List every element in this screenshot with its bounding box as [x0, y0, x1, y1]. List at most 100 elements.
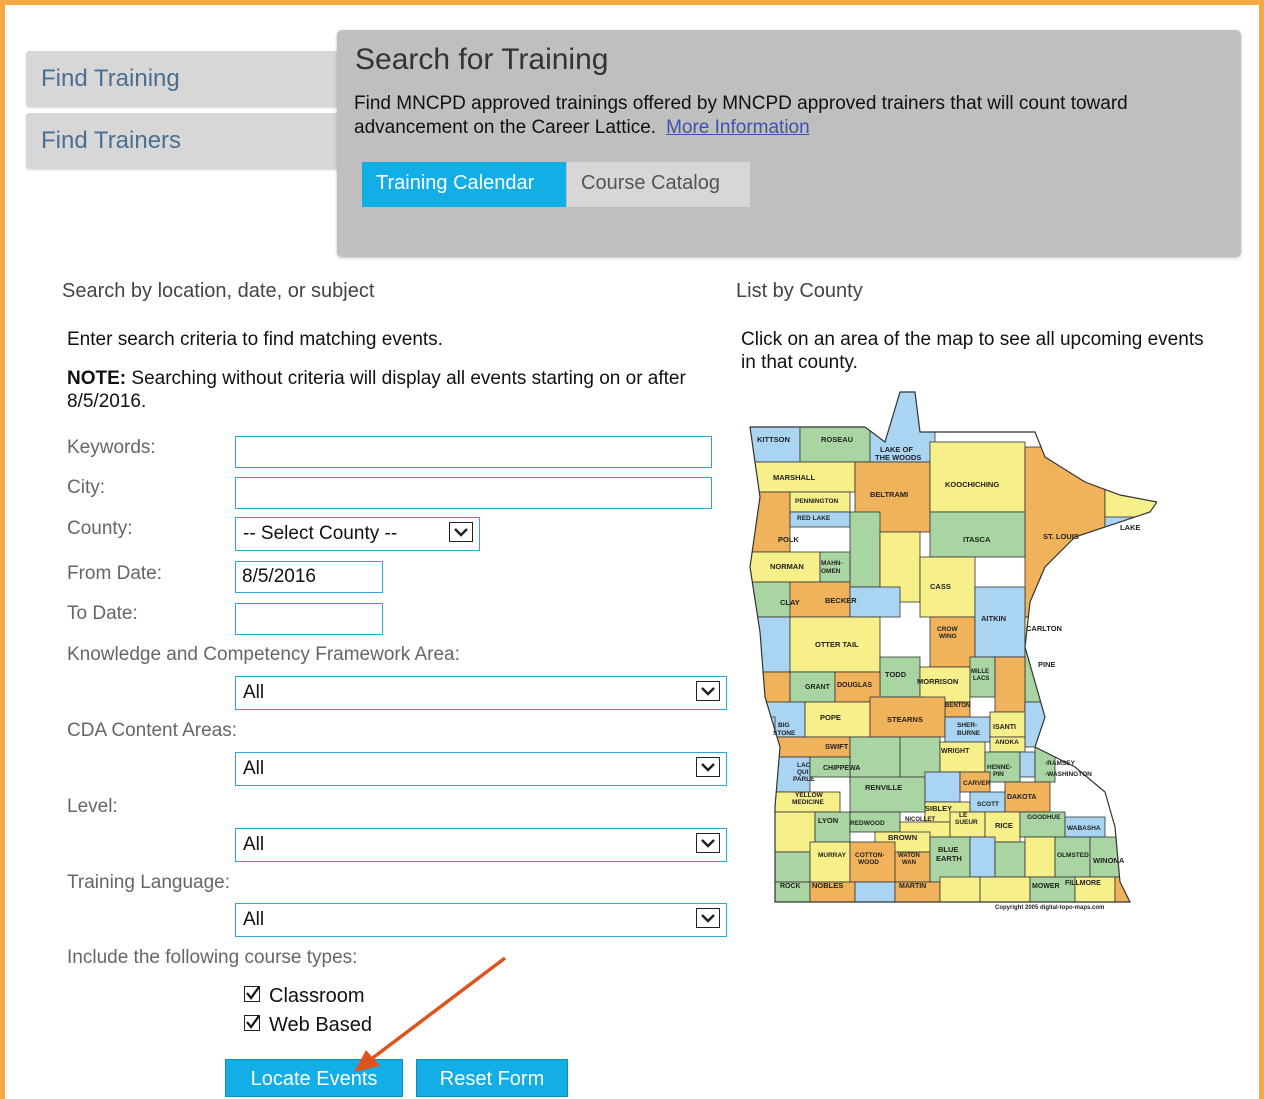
cda-select[interactable]: All: [235, 752, 727, 786]
level-label: Level:: [67, 796, 118, 817]
county-meeker[interactable]: [899, 736, 941, 778]
county-mcleod[interactable]: [924, 771, 961, 803]
label-watonwan-2: WAN: [902, 860, 916, 866]
county-chisago[interactable]: [1024, 701, 1056, 748]
county-dodge[interactable]: [1024, 836, 1056, 878]
label-st-louis: ST. LOUIS: [1043, 532, 1079, 541]
label-carver: CARVER: [963, 780, 991, 787]
county-crow-wing[interactable]: [929, 616, 976, 668]
keywords-input[interactable]: [235, 436, 712, 468]
label-itasca: ITASCA: [963, 535, 991, 544]
label-watonwan: WATON: [898, 853, 920, 859]
label-marshall: MARSHALL: [773, 473, 815, 482]
keywords-label: Keywords:: [67, 437, 156, 458]
county-clearwater[interactable]: [849, 511, 881, 588]
tab-training-calendar[interactable]: Training Calendar: [362, 162, 566, 207]
county-kanabec[interactable]: [994, 656, 1026, 713]
label-otter-tail: OTTER TAIL: [815, 640, 859, 649]
search-note: NOTE: Searching without criteria will di…: [67, 367, 727, 413]
note-label: NOTE:: [67, 368, 127, 389]
county-koochiching[interactable]: [929, 441, 1026, 513]
label-wright: WRIGHT: [941, 748, 970, 755]
label-polk: POLK: [778, 535, 799, 544]
county-murray[interactable]: [809, 841, 851, 883]
label-sibley: SIBLEY: [925, 804, 952, 813]
minnesota-county-map[interactable]: KITTSON ROSEAU LAKE OF THE WOODS MARSHAL…: [745, 387, 1206, 913]
label-big-stone: BIG: [778, 722, 790, 729]
label-lac-qui-parle-2: QUI: [797, 769, 809, 776]
label-ramsey: -RAMSEY: [1045, 760, 1076, 767]
web-based-checkbox[interactable]: [244, 1015, 260, 1031]
header-panel: Search for Training Find MNCPD approved …: [337, 30, 1241, 257]
language-select[interactable]: All: [235, 903, 727, 937]
tab-course-catalog[interactable]: Course Catalog: [567, 162, 750, 207]
county-steele[interactable]: [994, 841, 1026, 878]
city-label: City:: [67, 477, 105, 498]
from-date-label: From Date:: [67, 563, 163, 584]
county-big-stone[interactable]: [745, 716, 776, 763]
county-wadena[interactable]: [849, 586, 901, 618]
cda-label: CDA Content Areas:: [67, 720, 238, 741]
county-kandiyohi[interactable]: [849, 736, 901, 783]
annotation-arrow: [354, 956, 507, 1072]
kcf-select[interactable]: All: [235, 676, 727, 710]
page-title: Search for Training: [355, 43, 609, 76]
language-label: Training Language:: [67, 872, 231, 893]
label-beltrami: BELTRAMI: [870, 490, 908, 499]
label-dakota: DAKOTA: [1007, 794, 1036, 801]
label-douglas: DOUGLAS: [837, 682, 872, 689]
chevron-down-icon: [696, 681, 720, 701]
label-le-sueur: LE: [959, 812, 968, 819]
label-lyon: LYON: [818, 816, 838, 825]
label-pennington: PENNINGTON: [795, 498, 839, 505]
label-winona: WINONA: [1093, 856, 1125, 865]
label-cass: CASS: [930, 582, 951, 591]
county-map-svg[interactable]: KITTSON ROSEAU LAKE OF THE WOODS MARSHAL…: [745, 387, 1206, 913]
chevron-down-icon: [696, 833, 720, 853]
city-input[interactable]: [235, 477, 712, 509]
label-yellow-medicine-2: MEDICINE: [792, 799, 824, 806]
label-red-lake: RED LAKE: [797, 515, 831, 522]
label-blue-earth: BLUE: [938, 845, 958, 854]
county-select-value: -- Select County --: [243, 523, 398, 544]
county-lincoln[interactable]: [774, 811, 816, 853]
label-olmsted: OLMSTED: [1057, 852, 1089, 859]
label-anoka: ANOKA: [995, 739, 1019, 746]
label-benton: BENTON: [945, 703, 970, 709]
county-wilkin[interactable]: [745, 616, 791, 673]
to-date-input[interactable]: [235, 603, 383, 635]
course-types-label: Include the following course types:: [67, 947, 358, 968]
cda-select-value: All: [243, 758, 265, 779]
checkmark-icon: [246, 986, 260, 1000]
county-waseca[interactable]: [969, 836, 996, 878]
to-date-label: To Date:: [67, 603, 138, 624]
level-select[interactable]: All: [235, 828, 727, 862]
nav-find-trainers[interactable]: Find Trainers: [26, 113, 346, 169]
county-jackson[interactable]: [854, 881, 896, 907]
from-date-input[interactable]: [235, 561, 383, 593]
label-blue-earth-2: EARTH: [936, 854, 962, 863]
more-information-link[interactable]: More Information: [666, 117, 810, 138]
label-rock: ROCK: [780, 883, 801, 890]
county-wright[interactable]: [939, 741, 986, 773]
label-lac-qui-parle: LAC: [797, 762, 811, 769]
classroom-checkbox[interactable]: [244, 986, 260, 1002]
note-text: Searching without criteria will display …: [67, 368, 686, 412]
label-carlton: CARLTON: [1026, 624, 1062, 633]
nav-find-training[interactable]: Find Training: [26, 51, 346, 107]
label-redwood: REDWOOD: [850, 820, 885, 827]
level-select-value: All: [243, 834, 265, 855]
label-renville: RENVILLE: [865, 783, 902, 792]
county-pipestone[interactable]: [774, 851, 811, 883]
checkmark-icon: [246, 1015, 260, 1029]
label-cottonwood-2: WOOD: [858, 859, 879, 866]
label-isanti: ISANTI: [993, 724, 1016, 731]
label-yellow-medicine: YELLOW: [795, 792, 824, 799]
county-mahnomen[interactable]: [819, 551, 851, 583]
county-select[interactable]: -- Select County --: [235, 517, 480, 551]
label-cottonwood: COTTON-: [855, 852, 885, 859]
label-fillmore: FILLMORE: [1065, 880, 1101, 887]
label-hennepin: HENNE-: [987, 764, 1012, 771]
county-ramsey[interactable]: [1019, 751, 1036, 778]
label-nobles: NOBLES: [812, 881, 843, 890]
